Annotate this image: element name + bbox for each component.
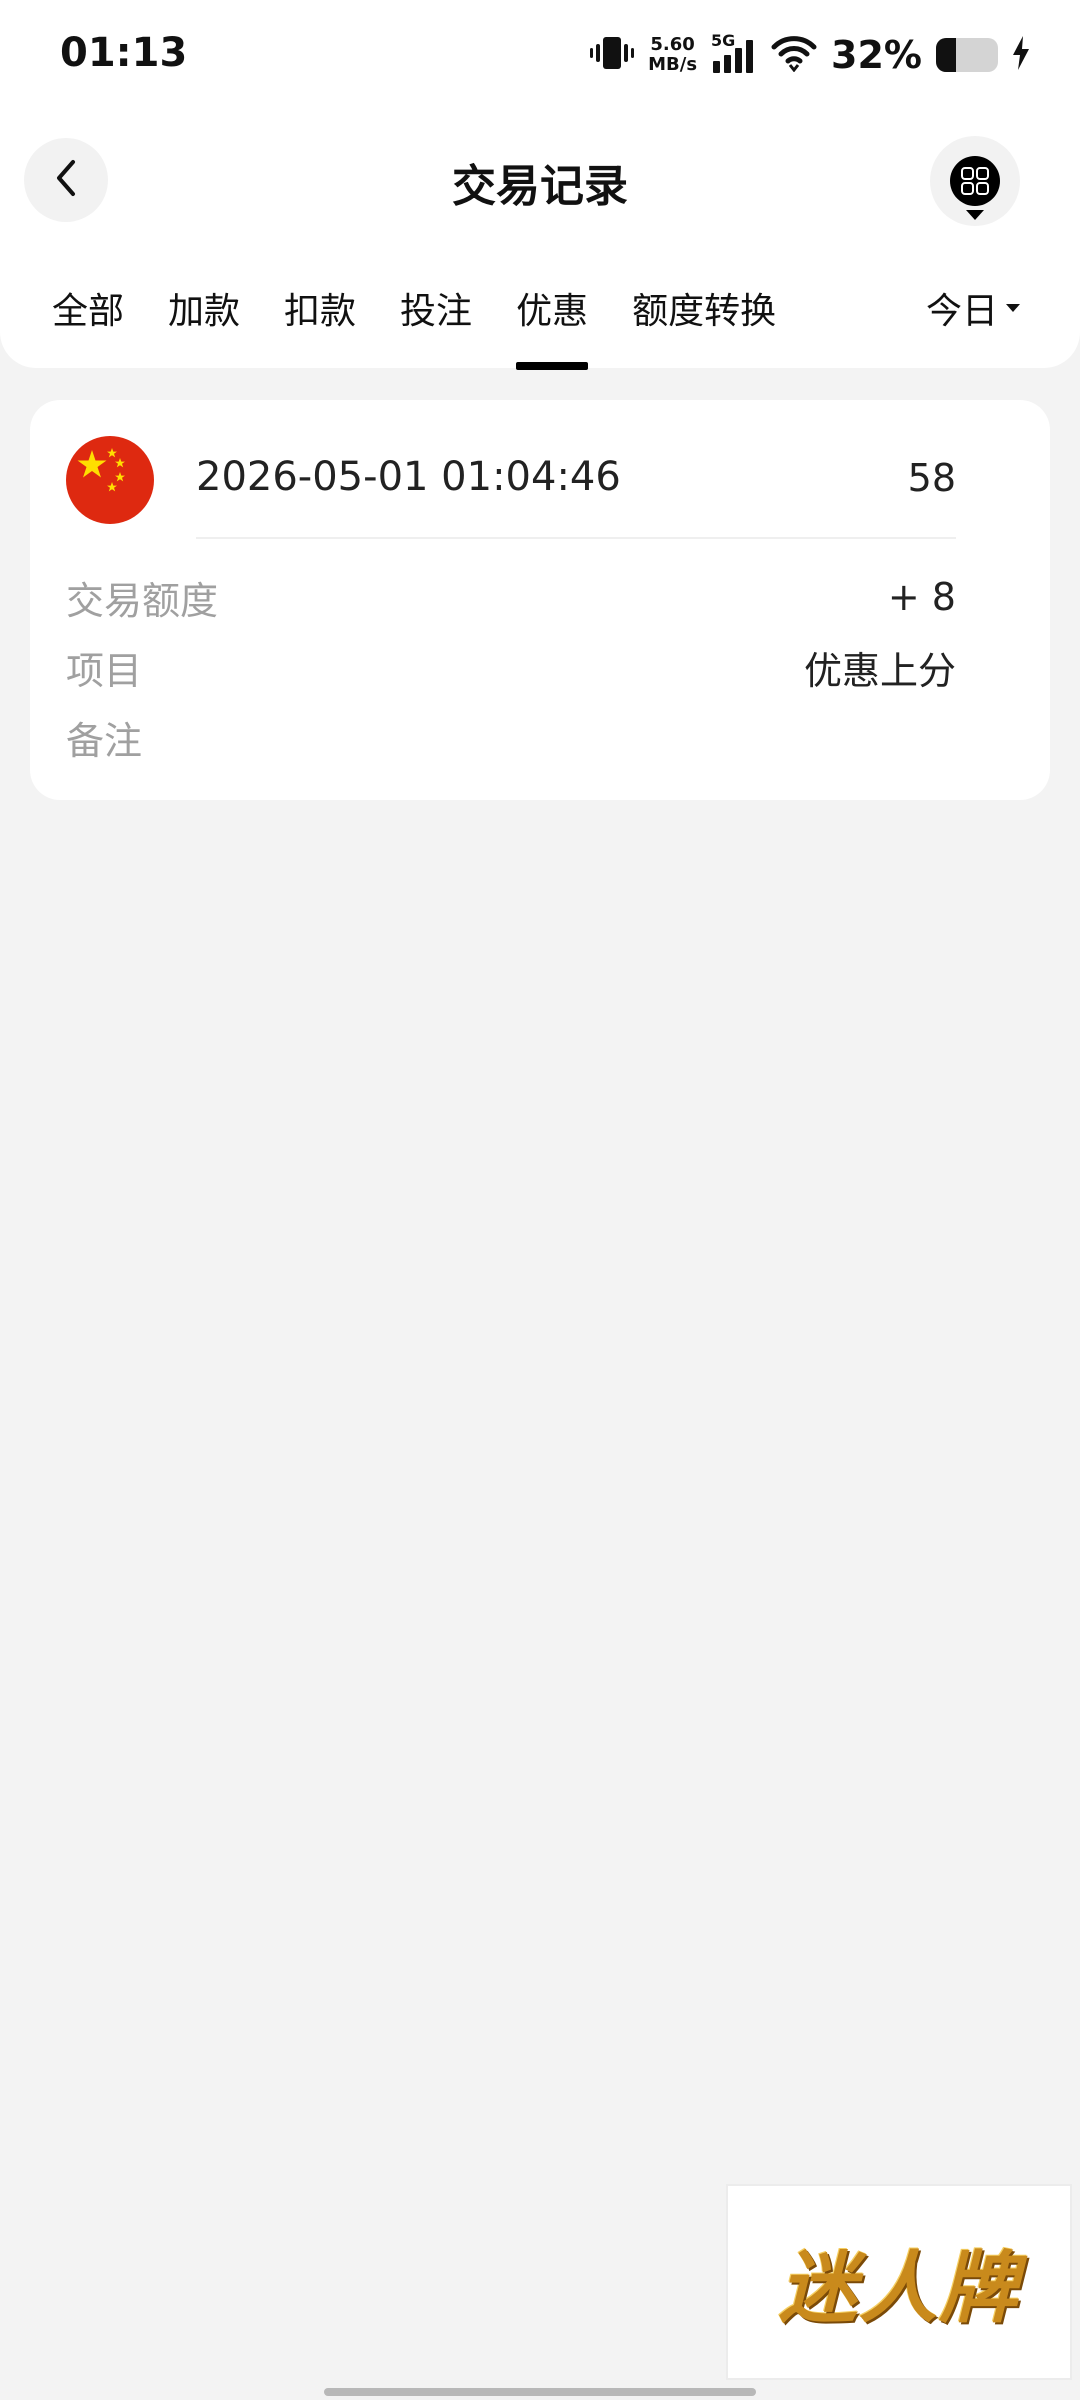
vibrate-icon [590,35,635,75]
battery-icon [936,38,998,72]
grid-menu-icon [950,156,1000,220]
menu-button[interactable] [930,136,1020,226]
record-time: 2026-05-01 01:04:46 [196,454,621,500]
battery-fill [936,38,956,72]
net-speed-unit: MB/s [648,54,698,75]
tab-all[interactable]: 全部 [52,282,124,342]
note-row: 备注 [66,712,956,763]
net-speed-value: 5.60 [650,34,695,55]
record-card[interactable]: 2026-05-01 01:04:46 58 交易额度 + 8 项目 优惠上分 … [30,400,1050,800]
amount-label: 交易额度 [66,578,219,623]
item-row: 项目 优惠上分 [66,642,956,693]
signal-icon: 5G [711,31,757,75]
note-label: 备注 [66,718,143,763]
tab-bar: 全部 加款 扣款 投注 优惠 额度转换 [52,282,820,370]
tab-promotion[interactable]: 优惠 [516,282,589,370]
page-title: 交易记录 [452,161,628,212]
amount-value: + 8 [887,575,956,619]
china-flag-icon [66,436,154,524]
watermark-logo: 迷人牌 [726,2184,1072,2380]
menu-caret [966,210,984,220]
date-filter-label: 今日 [925,291,998,332]
date-filter-dropdown[interactable]: 今日 [926,282,1020,334]
record-id: 58 [907,456,956,500]
tab-transfer[interactable]: 额度转换 [632,282,776,342]
item-label: 项目 [66,648,143,693]
amount-row: 交易额度 + 8 [66,572,956,623]
tab-deposit[interactable]: 加款 [168,282,240,342]
status-icons: 5.60 MB/s 5G 32% [590,30,1030,80]
battery-percent: 32% [831,33,922,77]
caret-down-icon [1006,304,1020,312]
home-indicator[interactable] [324,2388,756,2396]
tab-deduct[interactable]: 扣款 [284,282,356,342]
watermark-text: 迷人牌 [778,2244,1019,2334]
status-bar: 01:13 5.60 MB/s 5G 32% [0,0,1080,110]
card-divider [196,537,956,539]
item-value: 优惠上分 [803,648,956,693]
charging-icon [1012,36,1030,74]
wifi-icon [771,34,817,76]
tab-bet[interactable]: 投注 [400,282,472,342]
status-time: 01:13 [60,30,188,76]
net-speed: 5.60 MB/s [648,35,697,75]
